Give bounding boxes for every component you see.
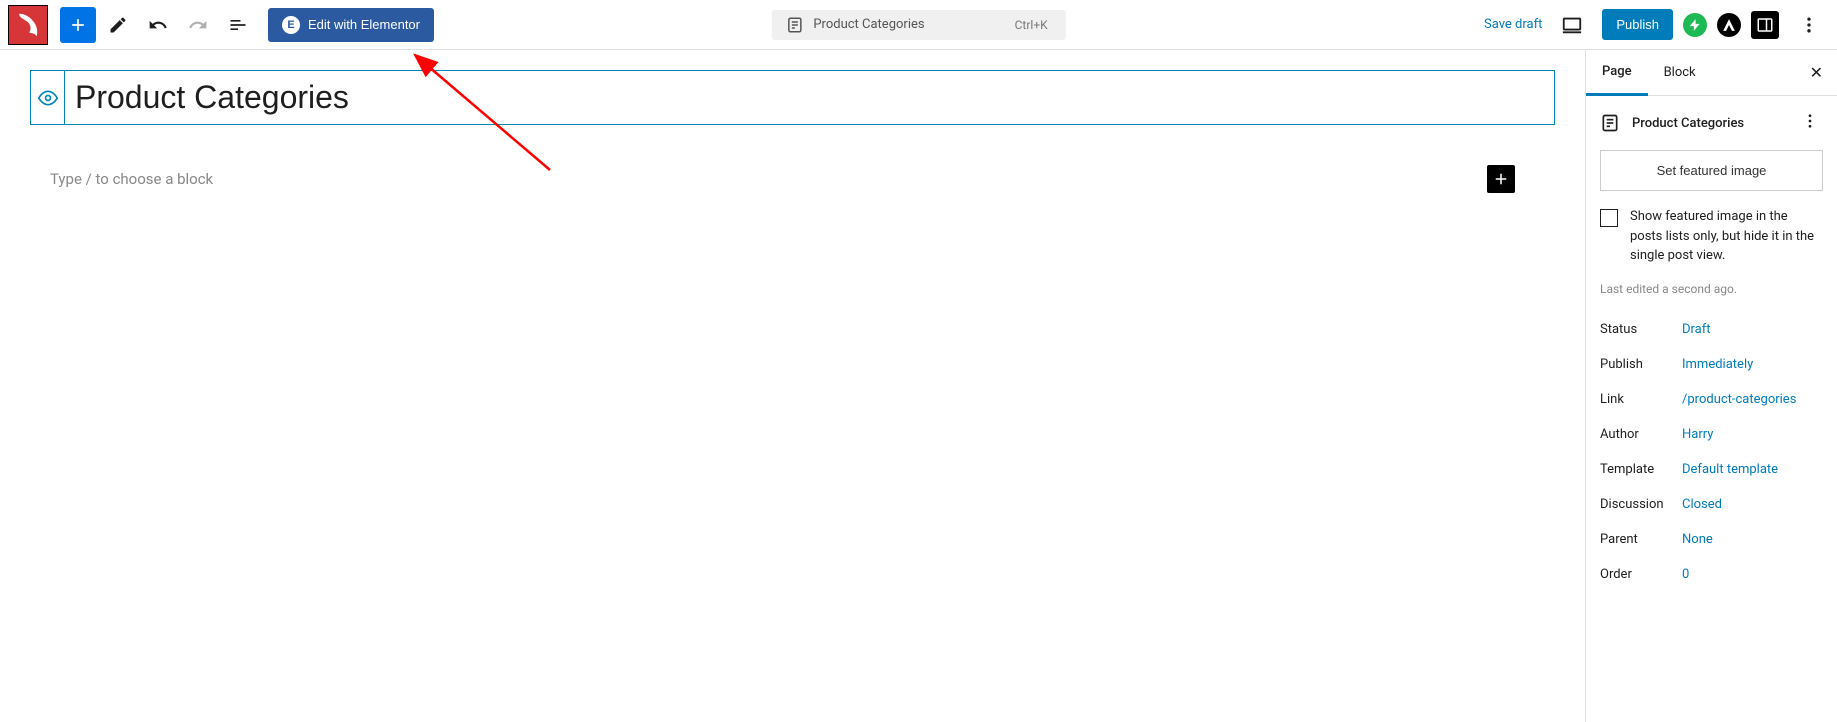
document-overview-button[interactable] [220,7,256,43]
preview-button[interactable] [1554,7,1590,43]
meta-label: Link [1600,392,1682,407]
redo-button [180,7,216,43]
page-icon [1600,113,1620,133]
meta-row-publish: Publish Immediately [1600,347,1823,382]
tab-block[interactable]: Block [1648,51,1712,94]
sidebar-page-title: Product Categories [1632,116,1785,131]
meta-row-discussion: Discussion Closed [1600,487,1823,522]
undo-button[interactable] [140,7,176,43]
featured-image-option-label: Show featured image in the posts lists o… [1630,207,1823,266]
inline-add-block-button[interactable] [1487,165,1515,193]
elementor-icon: E [282,16,300,34]
page-actions-menu[interactable] [1797,108,1823,138]
visibility-icon[interactable] [31,71,65,124]
set-featured-image-button[interactable]: Set featured image [1600,150,1823,191]
shortcut-hint: Ctrl+K [1015,18,1048,32]
settings-panel-toggle[interactable] [1751,11,1779,39]
sidebar-page-header: Product Categories [1586,96,1837,150]
tools-button[interactable] [100,7,136,43]
site-logo[interactable] [8,5,48,45]
topbar-right-actions: Save draft Publish [1484,7,1829,43]
publish-button[interactable]: Publish [1602,9,1673,40]
meta-label: Template [1600,462,1682,477]
meta-row-link: Link /product-categories [1600,382,1823,417]
meta-row-order: Order 0 [1600,557,1823,592]
block-inserter-row: Type / to choose a block [40,165,1555,193]
meta-value-order[interactable]: 0 [1682,567,1689,582]
elementor-button-label: Edit with Elementor [308,17,420,32]
page-title-input[interactable] [65,71,1554,124]
meta-row-status: Status Draft [1600,312,1823,347]
page-meta-list: Status Draft Publish Immediately Link /p… [1586,312,1837,592]
editor-area: Type / to choose a block [0,50,1585,722]
document-title-label: Product Categories [813,17,924,32]
meta-row-template: Template Default template [1600,452,1823,487]
meta-label: Order [1600,567,1682,582]
meta-label: Discussion [1600,497,1682,512]
meta-value-status[interactable]: Draft [1682,322,1711,337]
add-block-button[interactable] [60,7,96,43]
meta-value-publish[interactable]: Immediately [1682,357,1753,372]
settings-sidebar: Page Block ✕ Product Categories Set feat… [1585,50,1837,722]
meta-label: Parent [1600,532,1682,547]
meta-label: Author [1600,427,1682,442]
featured-image-checkbox[interactable] [1600,209,1618,227]
tab-page[interactable]: Page [1586,50,1648,96]
sidebar-tabs: Page Block ✕ [1586,50,1837,96]
block-placeholder-text[interactable]: Type / to choose a block [50,170,213,188]
top-toolbar: E Edit with Elementor Product Categories… [0,0,1837,50]
meta-row-author: Author Harry [1600,417,1823,452]
meta-label: Status [1600,322,1682,337]
meta-value-discussion[interactable]: Closed [1682,497,1722,512]
document-title-bar[interactable]: Product Categories Ctrl+K [771,10,1065,40]
last-edited-text: Last edited a second ago. [1586,282,1837,312]
document-icon [785,16,803,34]
meta-value-parent[interactable]: None [1682,532,1713,547]
meta-label: Publish [1600,357,1682,372]
meta-value-template[interactable]: Default template [1682,462,1778,477]
featured-image-option-row: Show featured image in the posts lists o… [1586,207,1837,282]
jetpack-icon[interactable] [1683,13,1707,37]
meta-row-parent: Parent None [1600,522,1823,557]
title-block [30,70,1555,125]
more-options-button[interactable] [1791,7,1827,43]
main-content: Type / to choose a block Page Block ✕ Pr… [0,50,1837,722]
astra-icon[interactable] [1717,13,1741,37]
save-draft-button[interactable]: Save draft [1484,17,1542,32]
meta-value-author[interactable]: Harry [1682,427,1713,442]
meta-value-link[interactable]: /product-categories [1682,392,1796,407]
edit-with-elementor-button[interactable]: E Edit with Elementor [268,8,434,42]
close-sidebar-button[interactable]: ✕ [1796,63,1837,82]
